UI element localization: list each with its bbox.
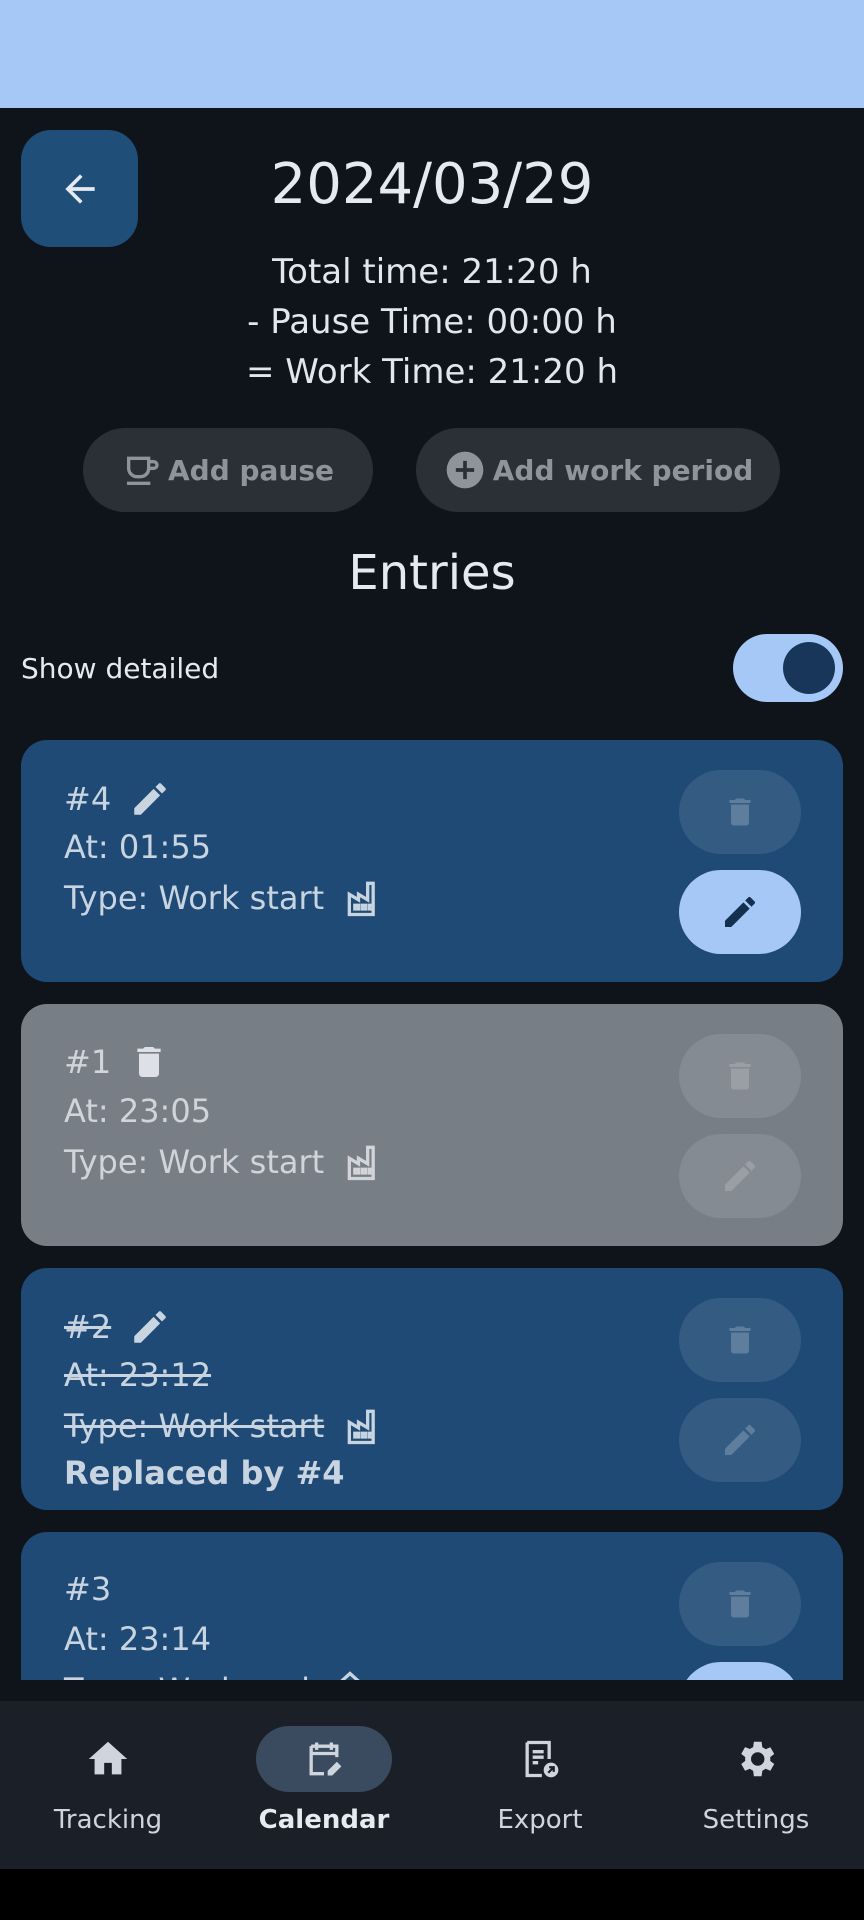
export-icon	[525, 1740, 559, 1778]
add-pause-label: Add pause	[167, 453, 335, 487]
nav-label: Export	[497, 1805, 583, 1835]
nav-icon-wrap	[256, 1726, 392, 1792]
nav-label: Calendar	[258, 1805, 390, 1835]
trash-icon	[729, 1590, 751, 1618]
entry-at: At: 23:12	[64, 1356, 212, 1394]
entry-type-row: Type: Work end	[64, 1668, 372, 1680]
replaced-note: Replaced by #4	[64, 1454, 345, 1492]
nav-icon-wrap	[40, 1726, 176, 1792]
home-icon	[88, 1741, 128, 1775]
delete-entry-button[interactable]	[679, 1562, 801, 1646]
entry-type-row: Type: Work start	[64, 1140, 386, 1184]
add-work-period-label: Add work period	[492, 453, 754, 487]
add-work-period-button[interactable]: Add work period	[416, 428, 780, 512]
total-time: Total time: 21:20 h	[272, 252, 592, 292]
page-title: 2024/03/29	[270, 152, 594, 217]
entry-id: #3	[64, 1570, 112, 1608]
plus-circle-icon	[446, 451, 484, 489]
trash-icon	[137, 1047, 161, 1077]
edit-entry-button[interactable]	[679, 1398, 801, 1482]
entry-id-row: #4	[64, 778, 171, 820]
nav-settings[interactable]: Settings	[648, 1701, 864, 1869]
show-detailed-label: Show detailed	[21, 652, 220, 685]
bottom-navigation: Tracking Calendar Export Settings	[0, 1701, 864, 1869]
edit-entry-button[interactable]	[679, 1134, 801, 1218]
entry-card[interactable]: #3 At: 23:14 Type: Work end	[21, 1532, 843, 1680]
work-time: = Work Time: 21:20 h	[245, 352, 618, 392]
delete-entry-button[interactable]	[679, 770, 801, 854]
nav-calendar[interactable]: Calendar	[216, 1701, 432, 1869]
entry-card[interactable]: #2 At: 23:12 Type: Work start Replaced b…	[21, 1268, 843, 1510]
entry-id: #2	[64, 1308, 112, 1346]
trash-icon	[729, 798, 751, 826]
nav-icon-wrap	[688, 1726, 824, 1792]
pencil-icon	[134, 783, 166, 815]
entry-card[interactable]: #1 At: 23:05 Type: Work start	[21, 1004, 843, 1246]
entry-id-row: #2	[64, 1306, 171, 1348]
nav-label: Tracking	[53, 1805, 163, 1835]
pencil-icon	[725, 1160, 755, 1191]
entries-title: Entries	[348, 545, 516, 601]
edit-entry-button[interactable]	[679, 1662, 801, 1680]
entry-type: Type: Work end	[64, 1671, 310, 1680]
entry-at: At: 23:14	[64, 1620, 212, 1658]
entry-at: At: 23:05	[64, 1092, 212, 1130]
entry-card[interactable]: #4 At: 01:55 Type: Work start	[21, 740, 843, 982]
trash-icon	[729, 1062, 751, 1090]
entry-type: Type: Work start	[64, 879, 325, 917]
trash-icon	[729, 1326, 751, 1354]
edit-entry-button[interactable]	[679, 870, 801, 954]
pencil-icon	[725, 896, 755, 927]
entries-list[interactable]: #4 At: 01:55 Type: Work start #1 At: 23:…	[0, 730, 864, 1680]
factory-icon	[347, 1409, 376, 1445]
nav-icon-wrap	[472, 1726, 608, 1792]
entry-at: At: 01:55	[64, 828, 212, 866]
entry-type-row: Type: Work start	[64, 1404, 386, 1448]
calendar-edit-icon	[309, 1742, 342, 1776]
coffee-cup-icon	[126, 456, 159, 485]
entry-id-row: #1	[64, 1042, 169, 1082]
system-navigation-bar	[0, 1869, 864, 1920]
entry-type: Type: Work start	[64, 1143, 325, 1181]
delete-entry-button[interactable]	[679, 1034, 801, 1118]
entry-id: #4	[64, 780, 112, 818]
factory-icon	[347, 1145, 376, 1181]
pencil-icon	[725, 1424, 755, 1455]
toggle-knob	[783, 642, 835, 694]
delete-entry-button[interactable]	[679, 1298, 801, 1382]
nav-export[interactable]: Export	[432, 1701, 648, 1869]
entry-type-row: Type: Work start	[64, 876, 386, 920]
pause-time: - Pause Time: 00:00 h	[247, 302, 617, 342]
status-bar	[0, 0, 864, 108]
gear-icon	[741, 1741, 775, 1777]
add-pause-button[interactable]: Add pause	[83, 428, 373, 512]
show-detailed-toggle[interactable]	[733, 634, 843, 702]
home-icon	[340, 1671, 360, 1680]
nav-label: Settings	[702, 1805, 810, 1835]
nav-tracking[interactable]: Tracking	[0, 1701, 216, 1869]
factory-icon	[347, 881, 376, 917]
entry-id: #1	[64, 1043, 112, 1081]
pencil-icon	[134, 1311, 166, 1343]
entry-type: Type: Work start	[64, 1407, 325, 1445]
